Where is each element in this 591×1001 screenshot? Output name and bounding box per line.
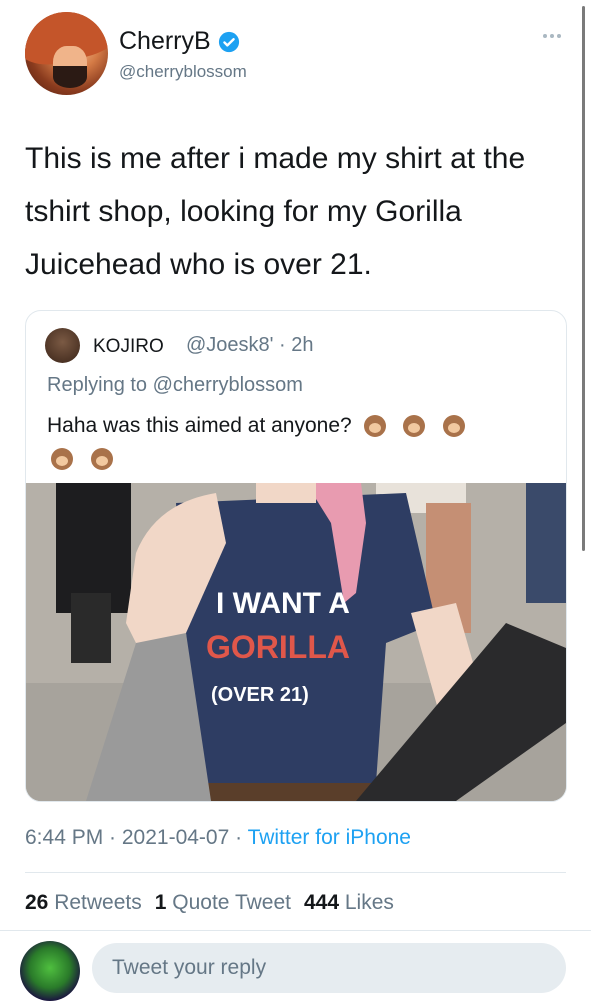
replying-to-label: Replying to — [47, 374, 153, 396]
likes-stat[interactable]: 444 Likes — [304, 891, 394, 915]
divider — [25, 872, 566, 873]
see-no-evil-monkey-emoji-icon — [51, 448, 73, 471]
quote-author-avatar[interactable] — [45, 328, 80, 363]
shirt-line-2: GORILLA — [206, 629, 350, 665]
author-avatar[interactable] — [25, 12, 108, 95]
shirt-line-3: (OVER 21) — [211, 684, 309, 706]
quote-text: Haha was this aimed at anyone? — [47, 409, 547, 475]
likes-count: 444 — [303, 891, 340, 914]
tweet-source[interactable]: Twitter for iPhone — [248, 826, 411, 849]
reply-input[interactable] — [92, 943, 566, 993]
retweets-label: Retweets — [54, 891, 142, 914]
quote-author-name[interactable]: KOJIRO — [93, 336, 164, 358]
quote-text-body: Haha was this aimed at anyone? — [47, 414, 352, 437]
retweets-stat[interactable]: 26 Retweets — [25, 891, 142, 915]
tweet-time-date[interactable]: 6:44 PM · 2021-04-07 · — [25, 826, 248, 849]
tweet-text: This is me after i made my shirt at the … — [25, 142, 526, 281]
author-display-name[interactable]: CherryB — [119, 27, 211, 56]
quote-tweets-stat[interactable]: 1 Quote Tweet — [155, 891, 291, 915]
likes-label: Likes — [344, 891, 394, 914]
quote-replying-to: Replying to @cherryblossom — [47, 374, 303, 397]
verified-badge-icon — [218, 31, 239, 52]
quote-tweets-count: 1 — [154, 891, 167, 914]
replying-to-handle[interactable]: @cherryblossom — [153, 374, 303, 396]
more-options-icon[interactable] — [543, 34, 561, 38]
monkey-face-emoji-icon — [443, 415, 466, 438]
monkey-emoji-icon — [363, 415, 386, 438]
tweet-timestamp: 6:44 PM · 2021-04-07 · Twitter for iPhon… — [25, 826, 411, 850]
scrollbar[interactable] — [582, 6, 585, 551]
quote-tweet-card[interactable]: KOJIRO @Joesk8' · 2h Replying to @cherry… — [25, 310, 567, 802]
anime-illustration: I WANT A GORILLA (OVER 21) — [26, 483, 566, 801]
quote-media-image[interactable]: I WANT A GORILLA (OVER 21) — [26, 483, 566, 801]
shirt-line-1: I WANT A — [216, 587, 350, 620]
reply-bar — [0, 930, 591, 1001]
author-name-row[interactable]: CherryB — [119, 27, 240, 56]
monkey-face-emoji-icon — [403, 415, 426, 438]
quote-author-handle[interactable]: @Joesk8' · 2h — [186, 334, 314, 357]
hear-no-evil-monkey-emoji-icon — [90, 448, 113, 471]
current-user-avatar[interactable] — [20, 941, 80, 1001]
retweets-count: 26 — [25, 891, 49, 914]
author-handle[interactable]: @cherryblossom — [119, 62, 247, 82]
tweet-stats: 26 Retweets 1 Quote Tweet 444 Likes — [25, 891, 394, 915]
quote-tweets-label: Quote Tweet — [172, 891, 291, 914]
